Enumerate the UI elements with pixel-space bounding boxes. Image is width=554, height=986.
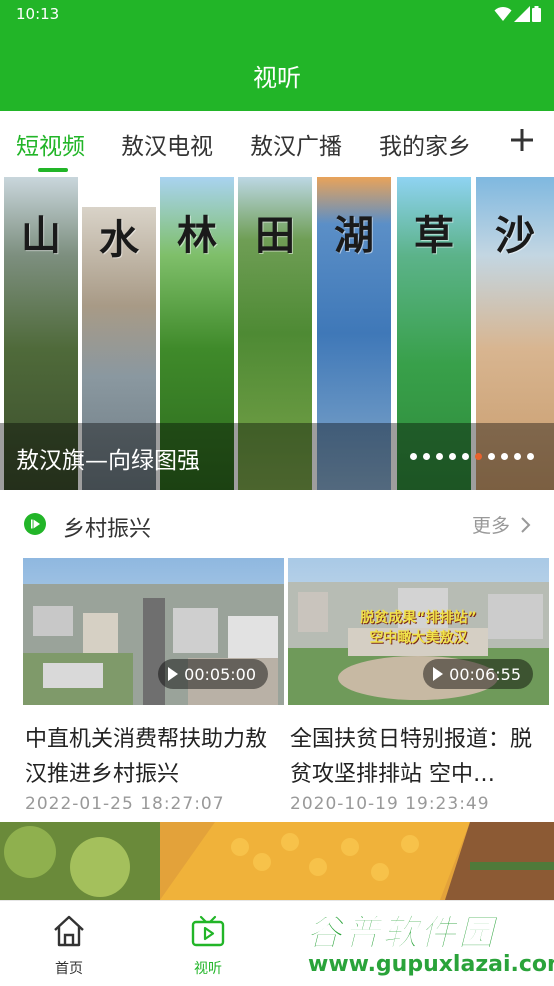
wifi-icon: [494, 6, 512, 21]
home-icon: [54, 915, 84, 947]
play-circle-icon: [24, 513, 46, 535]
banner-caption-bar: 敖汉旗—向绿图强: [0, 423, 554, 490]
tv-play-icon: [191, 915, 225, 947]
battery-icon: [532, 6, 541, 22]
tab-aohan-tv[interactable]: 敖汉电视: [121, 127, 213, 161]
carousel-dot[interactable]: [501, 453, 508, 460]
carousel-dot[interactable]: [462, 453, 469, 460]
channel-tabs: 短视频 敖汉电视 敖汉广播 我的家乡: [0, 111, 554, 173]
thumb-line: 空中瞰大美敖汉: [369, 630, 468, 646]
carousel-dots: [410, 453, 534, 461]
carousel-dot[interactable]: [423, 453, 430, 460]
banner-char: 水: [99, 216, 139, 263]
banner-char: 湖: [334, 212, 374, 259]
section-title: 乡村振兴: [63, 517, 152, 542]
carousel-dot[interactable]: [436, 453, 443, 460]
carousel-dot-active[interactable]: [475, 453, 482, 460]
duration-text: 00:05:00: [184, 664, 256, 684]
duration-badge: 00:06:55: [423, 659, 533, 689]
banner-char: 草: [414, 212, 454, 259]
nav-item-media[interactable]: 视听: [148, 901, 268, 986]
duration-text: 00:06:55: [449, 664, 521, 684]
plus-icon[interactable]: [508, 126, 536, 154]
play-icon: [168, 667, 179, 681]
carousel-dot[interactable]: [514, 453, 521, 460]
tab-short-video[interactable]: 短视频: [16, 127, 85, 161]
next-item-image[interactable]: [0, 822, 554, 900]
more-link[interactable]: 更多: [472, 511, 532, 538]
watermark-url: www.gupuxlazai.com: [308, 952, 554, 977]
nav-label: 首页: [55, 961, 83, 977]
more-label: 更多: [471, 515, 510, 537]
status-icons: [494, 5, 541, 23]
thumb-overlay-text: 脱贫成果“排排站” 空中瞰大美敖汉: [288, 608, 549, 648]
duration-badge: 00:05:00: [158, 659, 268, 689]
banner-char: 沙: [495, 212, 535, 259]
watermark-logo: 谷普软件园 www.gupuxlazai.com: [300, 904, 554, 984]
carousel-dot[interactable]: [527, 453, 534, 460]
banner-carousel[interactable]: 山 水 林 田 湖 草 沙 敖汉旗—向绿图强: [0, 177, 554, 490]
video-thumbnail: 00:05:00: [23, 558, 284, 705]
video-date: 2022-01-25 18:27:07: [25, 794, 225, 814]
video-title: 全国扶贫日特别报道：脱贫攻坚排排站 空中…: [290, 727, 533, 787]
tab-my-hometown[interactable]: 我的家乡: [379, 127, 471, 161]
thumb-line: 脱贫成果“排排站”: [360, 610, 477, 626]
active-tab-indicator: [38, 168, 68, 172]
carousel-dot[interactable]: [488, 453, 495, 460]
cell-signal-icon: [514, 6, 530, 22]
page-title: 视听: [253, 64, 301, 92]
banner-char: 林: [177, 212, 217, 259]
video-date: 2020-10-19 19:23:49: [290, 794, 490, 814]
status-bar: 10:13: [0, 0, 554, 28]
watermark-title: 谷普软件园: [305, 913, 497, 955]
carousel-dot[interactable]: [410, 453, 417, 460]
tab-aohan-radio[interactable]: 敖汉广播: [250, 127, 342, 161]
section-header: 乡村振兴 更多: [0, 500, 554, 550]
video-thumbnail: 脱贫成果“排排站” 空中瞰大美敖汉 00:06:55: [288, 558, 549, 705]
nav-item-home[interactable]: 首页: [9, 901, 129, 986]
carousel-dot[interactable]: [449, 453, 456, 460]
video-title: 中直机关消费帮扶助力敖汉推进乡村振兴: [25, 727, 268, 787]
banner-char: 田: [255, 212, 295, 259]
banner-char: 山: [21, 212, 61, 259]
nav-label: 视听: [194, 961, 222, 977]
play-icon: [433, 667, 444, 681]
app-bar: 视听: [0, 28, 554, 111]
status-time: 10:13: [16, 5, 60, 23]
chevron-right-icon: [521, 517, 531, 533]
banner-caption: 敖汉旗—向绿图强: [16, 448, 200, 474]
